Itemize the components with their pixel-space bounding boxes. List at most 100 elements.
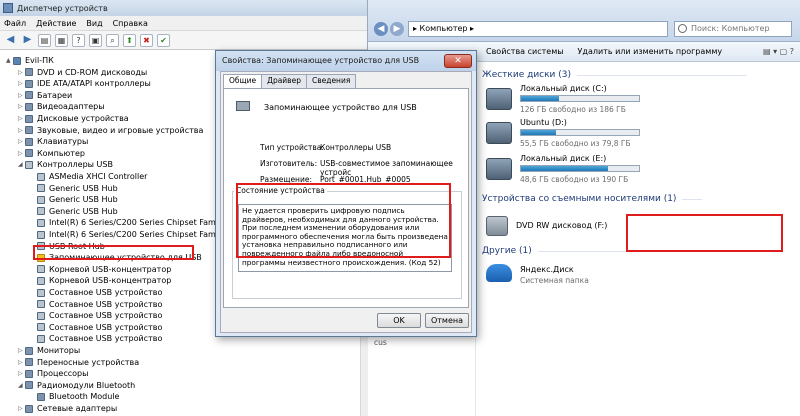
device-icon: [25, 358, 33, 367]
tree-item[interactable]: ASMedia XHCI Controller: [30, 171, 147, 182]
folder-name: Яндекс.Диск: [520, 265, 574, 274]
tree-item[interactable]: Intel(R) 6 Series/C200 Series Chipset Fa…: [30, 229, 238, 240]
usage-fill: [521, 166, 609, 171]
view-icon[interactable]: ▣: [89, 33, 102, 47]
tree-item[interactable]: ▷ Компьютер: [18, 148, 85, 159]
menu-view[interactable]: Вид: [86, 19, 102, 28]
device-icon: [25, 381, 33, 390]
tree-item[interactable]: ▷ Клавиатуры: [18, 136, 88, 147]
forward-icon[interactable]: ▶: [390, 22, 404, 36]
expand-arrow-icon[interactable]: ▷: [18, 92, 25, 99]
expand-arrow-icon[interactable]: ▷: [18, 138, 25, 145]
search-input[interactable]: Поиск: Компьютер: [674, 21, 792, 37]
drive-c[interactable]: Локальный диск (C:) 126 ГБ свободно из 1…: [486, 84, 786, 118]
tree-item[interactable]: ▲ Evil-ПК: [6, 55, 54, 66]
expand-arrow-icon[interactable]: ▷: [18, 359, 25, 366]
expand-arrow-icon[interactable]: ▷: [18, 347, 25, 354]
expand-arrow-icon[interactable]: ▷: [18, 115, 25, 122]
tree-item[interactable]: ▷ Батареи: [18, 90, 72, 101]
tree-item[interactable]: ▷ Сетевые адаптеры: [18, 403, 117, 414]
menu-help[interactable]: Справка: [113, 19, 148, 28]
update-driver-icon[interactable]: ⬆: [123, 33, 136, 47]
usb-icon: [37, 172, 45, 181]
tree-item[interactable]: Составное USB устройство: [30, 322, 162, 333]
usb-icon: [37, 265, 45, 274]
drive-d[interactable]: Ubuntu (D:) 55,5 ГБ свободно из 79,8 ГБ: [486, 118, 786, 152]
cloud-icon: [486, 264, 512, 282]
scan-hardware-icon[interactable]: ⌕: [106, 33, 119, 47]
expand-arrow-icon[interactable]: ▷: [18, 103, 25, 110]
tab-general[interactable]: Общие: [223, 74, 263, 89]
expand-arrow-icon[interactable]: ▷: [18, 69, 25, 76]
back-icon[interactable]: ◀: [374, 22, 388, 36]
expand-arrow-icon[interactable]: ◢: [18, 382, 25, 389]
usb-icon: [37, 195, 45, 204]
nav-item[interactable]: cus: [374, 338, 387, 347]
tree-item-label: Контроллеры USB: [37, 160, 113, 170]
tree-view-icon[interactable]: ▤: [38, 33, 51, 47]
hard-drive-icon: [486, 122, 512, 144]
expand-arrow-icon[interactable]: ▷: [18, 370, 25, 377]
menu-action[interactable]: Действие: [36, 19, 76, 28]
enable-device-icon[interactable]: ✔: [157, 33, 170, 47]
expand-arrow-icon[interactable]: ▷: [18, 405, 25, 412]
tree-item[interactable]: ▷ Видеоадаптеры: [18, 101, 105, 112]
view-options-icon[interactable]: ▤ ▾ ▢ ?: [763, 47, 794, 56]
expand-arrow-icon[interactable]: ▷: [18, 150, 25, 157]
forward-arrow-icon[interactable]: ▶: [21, 34, 34, 47]
group-hard-disks[interactable]: Жесткие диски (3): [482, 70, 748, 80]
drive-name: Локальный диск (E:): [520, 154, 607, 163]
menu-file[interactable]: Файл: [4, 19, 26, 28]
tree-item[interactable]: ▷ Звуковые, видео и игровые устройства: [18, 125, 203, 136]
tree-item[interactable]: Составное USB устройство: [30, 299, 162, 310]
uninstall-program-button[interactable]: Удалить или изменить программу: [578, 47, 723, 56]
help-icon[interactable]: ?: [72, 33, 85, 47]
usb-icon: [37, 276, 45, 285]
tree-item[interactable]: Generic USB Hub: [30, 206, 118, 217]
device-icon: [25, 68, 33, 77]
tree-item[interactable]: Составное USB устройство: [30, 310, 162, 321]
properties-icon[interactable]: ▦: [55, 33, 68, 47]
tree-item[interactable]: Составное USB устройство: [30, 333, 162, 344]
address-bar[interactable]: ▸ Компьютер ▸: [408, 21, 668, 37]
tree-item[interactable]: Корневой USB-концентратор: [30, 275, 171, 286]
drive-e[interactable]: Локальный диск (E:) 48,6 ГБ свободно из …: [486, 154, 786, 188]
dvd-drive[interactable]: DVD RW дисковод (F:): [486, 216, 636, 238]
tree-item[interactable]: Generic USB Hub: [30, 183, 118, 194]
tree-item[interactable]: Корневой USB-концентратор: [30, 264, 171, 275]
tree-item-label: Дисковые устройства: [37, 114, 129, 123]
tree-item-label: Generic USB Hub: [49, 206, 118, 216]
tree-item[interactable]: ▷ Процессоры: [18, 368, 88, 379]
tree-item-label: Составное USB устройство: [49, 334, 163, 344]
tree-item[interactable]: ▷ Дисковые устройства: [18, 113, 129, 124]
tree-item[interactable]: ▷ IDE ATA/ATAPI контроллеры: [18, 78, 151, 89]
cancel-button[interactable]: Отмена: [425, 313, 469, 328]
tree-item[interactable]: Составное USB устройство: [30, 287, 162, 298]
device-icon: [25, 137, 33, 146]
yandex-disk[interactable]: Яндекс.Диск Системная папка: [486, 262, 686, 288]
tree-item[interactable]: ▷ Переносные устройства: [18, 357, 139, 368]
tree-item[interactable]: ▷ DVD и CD-ROM дисководы: [18, 67, 147, 78]
tree-item[interactable]: Bluetooth Module: [30, 391, 119, 402]
ok-button[interactable]: OK: [377, 313, 421, 328]
expand-arrow-icon[interactable]: ▲: [6, 57, 13, 64]
expand-arrow-icon[interactable]: ▷: [18, 127, 25, 134]
group-removable[interactable]: Устройства со съемными носителями (1): [482, 194, 703, 204]
device-icon: [25, 346, 33, 355]
back-arrow-icon[interactable]: ◀: [4, 34, 17, 47]
tree-item-label: Клавиатуры: [37, 137, 89, 147]
close-icon[interactable]: ✕: [444, 54, 472, 68]
tree-item[interactable]: ◢ Контроллеры USB: [18, 159, 113, 170]
tab-strip: Общие Драйвер Сведения: [223, 74, 357, 89]
usb-icon: [37, 230, 45, 239]
expand-arrow-icon[interactable]: ▷: [18, 80, 25, 87]
disable-device-icon[interactable]: ✖: [140, 33, 153, 47]
system-properties-button[interactable]: Свойства системы: [486, 47, 564, 56]
tab-details[interactable]: Сведения: [305, 74, 357, 88]
tree-item[interactable]: ▷ Мониторы: [18, 345, 80, 356]
tab-driver[interactable]: Драйвер: [261, 74, 307, 88]
tree-item[interactable]: Intel(R) 6 Series/C200 Series Chipset Fa…: [30, 217, 238, 228]
tree-item[interactable]: ◢ Радиомодули Bluetooth: [18, 380, 135, 391]
tree-item[interactable]: Generic USB Hub: [30, 194, 118, 205]
expand-arrow-icon[interactable]: ◢: [18, 161, 25, 168]
